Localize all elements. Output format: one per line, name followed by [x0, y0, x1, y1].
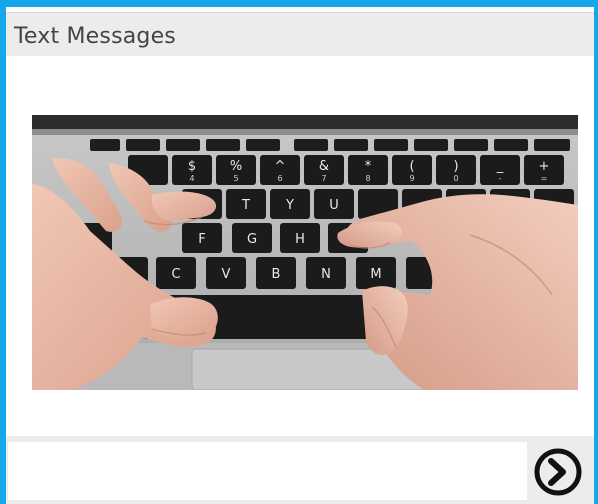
message-content-area: $ 4 % 5 ^ 6 & 7 * 8 ( 9 ) 0 _ - + = T Y … — [6, 56, 594, 436]
arrow-right-circle-icon — [534, 448, 582, 496]
key-4-symbol: $ — [188, 159, 196, 174]
page-title: Text Messages — [14, 24, 176, 49]
key-c: C — [171, 267, 180, 282]
key-7-digit: 7 — [321, 174, 326, 183]
key-7-symbol: & — [319, 159, 329, 174]
key-y: Y — [285, 198, 294, 213]
key-5-symbol: % — [230, 159, 242, 174]
key-8-digit: 8 — [365, 174, 370, 183]
key-5-digit: 5 — [233, 174, 238, 183]
header-bar: Text Messages — [6, 12, 594, 56]
key-g: G — [247, 232, 257, 247]
key-4-digit: 4 — [189, 174, 194, 183]
key-m: M — [370, 267, 381, 282]
key-f: F — [198, 232, 205, 247]
key-b: B — [272, 267, 281, 282]
send-button[interactable] — [532, 446, 584, 498]
key-0-symbol: ) — [453, 159, 458, 174]
keyboard-photo: $ 4 % 5 ^ 6 & 7 * 8 ( 9 ) 0 _ - + = T Y … — [32, 115, 578, 390]
key-9-digit: 9 — [409, 174, 414, 183]
message-composer — [6, 436, 594, 504]
key-minus-symbol: _ — [496, 159, 504, 174]
key-t: T — [241, 198, 250, 213]
key-equals-digit: = — [541, 174, 548, 183]
key-n: N — [321, 267, 331, 282]
app-frame: Text Messages $ 4 % 5 ^ 6 & 7 * 8 (9) … — [0, 0, 598, 504]
key-0-digit: 0 — [453, 174, 458, 183]
key-equals-symbol: + — [539, 159, 550, 174]
key-6-symbol: ^ — [275, 159, 286, 174]
message-input[interactable] — [8, 442, 527, 500]
key-minus-digit: - — [499, 174, 502, 183]
key-6-digit: 6 — [277, 174, 282, 183]
key-u: U — [329, 198, 339, 213]
key-9-symbol: ( — [409, 159, 414, 174]
key-v: V — [222, 267, 231, 282]
key-h: H — [295, 232, 305, 247]
key-8-symbol: * — [365, 159, 372, 174]
keyboard-photo-image: $ 4 % 5 ^ 6 & 7 * 8 ( 9 ) 0 _ - + = T Y … — [32, 115, 578, 390]
